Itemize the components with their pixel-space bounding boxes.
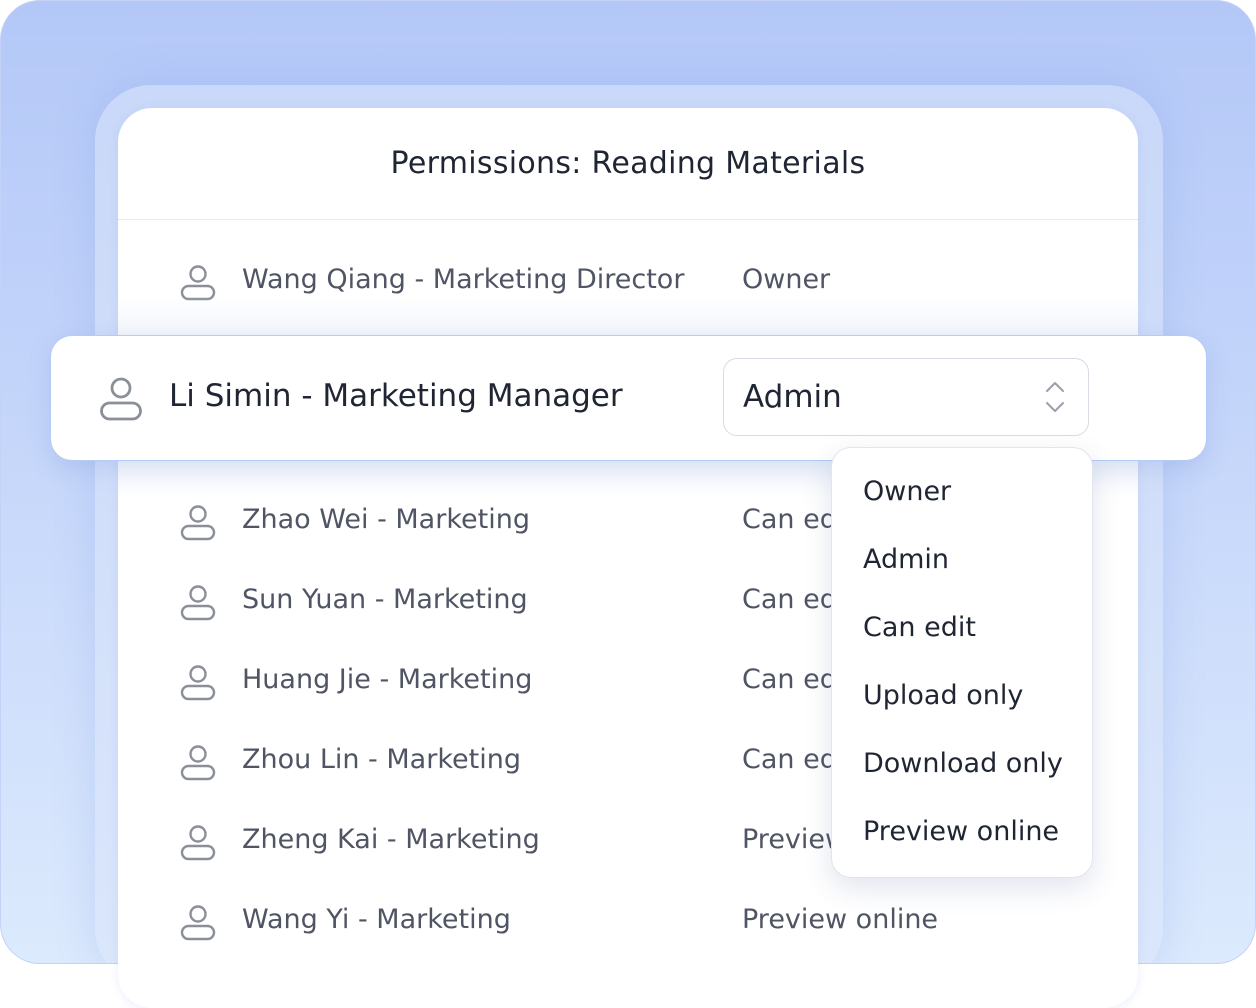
- person-icon: [180, 665, 216, 701]
- member-row[interactable]: Wang Yi - Marketing Preview online: [118, 882, 1138, 962]
- member-name: Zheng Kai - Marketing: [242, 824, 540, 855]
- role-option-upload-only[interactable]: Upload only: [832, 666, 1092, 726]
- person-icon: [180, 505, 216, 541]
- member-role[interactable]: Can edit: [742, 664, 834, 695]
- role-select-value: Admin: [743, 379, 842, 415]
- member-name: Zhou Lin - Marketing: [242, 744, 521, 775]
- role-option-label: Download only: [863, 748, 1063, 779]
- role-option-label: Owner: [863, 476, 952, 507]
- member-name: Zhao Wei - Marketing: [242, 504, 530, 535]
- person-icon: [180, 825, 216, 861]
- role-select[interactable]: Admin: [723, 358, 1089, 436]
- role-option-preview-online[interactable]: Preview online: [832, 802, 1092, 862]
- chevron-up-down-icon: [1046, 382, 1064, 412]
- role-dropdown-menu: Owner Admin Can edit Upload only Downloa…: [831, 447, 1093, 878]
- member-role[interactable]: Can edit: [742, 744, 834, 775]
- header-divider: [118, 219, 1138, 220]
- member-role[interactable]: Can edit: [742, 504, 834, 535]
- member-role[interactable]: Preview online: [742, 904, 1042, 935]
- person-icon: [180, 905, 216, 941]
- member-role[interactable]: Can edit: [742, 584, 834, 615]
- selected-member-row[interactable]: Li Simin - Marketing Manager Admin: [50, 335, 1207, 461]
- row-shadow-top: [118, 296, 1138, 336]
- role-option-label: Preview online: [863, 816, 1060, 847]
- member-role[interactable]: Preview online: [742, 824, 834, 855]
- member-name: Wang Qiang - Marketing Director: [242, 264, 685, 295]
- role-option-admin[interactable]: Admin: [832, 530, 1092, 590]
- member-name: Huang Jie - Marketing: [242, 664, 533, 695]
- person-icon: [180, 585, 216, 621]
- selected-member-name: Li Simin - Marketing Manager: [169, 378, 623, 414]
- member-role[interactable]: Owner: [742, 264, 1042, 295]
- page-title: Permissions: Reading Materials: [390, 146, 866, 181]
- member-name: Sun Yuan - Marketing: [242, 584, 528, 615]
- role-option-can-edit[interactable]: Can edit: [832, 598, 1092, 658]
- role-option-owner[interactable]: Owner: [832, 462, 1092, 522]
- role-option-label: Can edit: [863, 612, 976, 643]
- role-option-label: Upload only: [863, 680, 1024, 711]
- role-option-label: Admin: [863, 544, 950, 575]
- person-icon: [100, 377, 142, 421]
- person-icon: [180, 745, 216, 781]
- role-option-download-only[interactable]: Download only: [832, 734, 1092, 794]
- member-name: Wang Yi - Marketing: [242, 904, 511, 935]
